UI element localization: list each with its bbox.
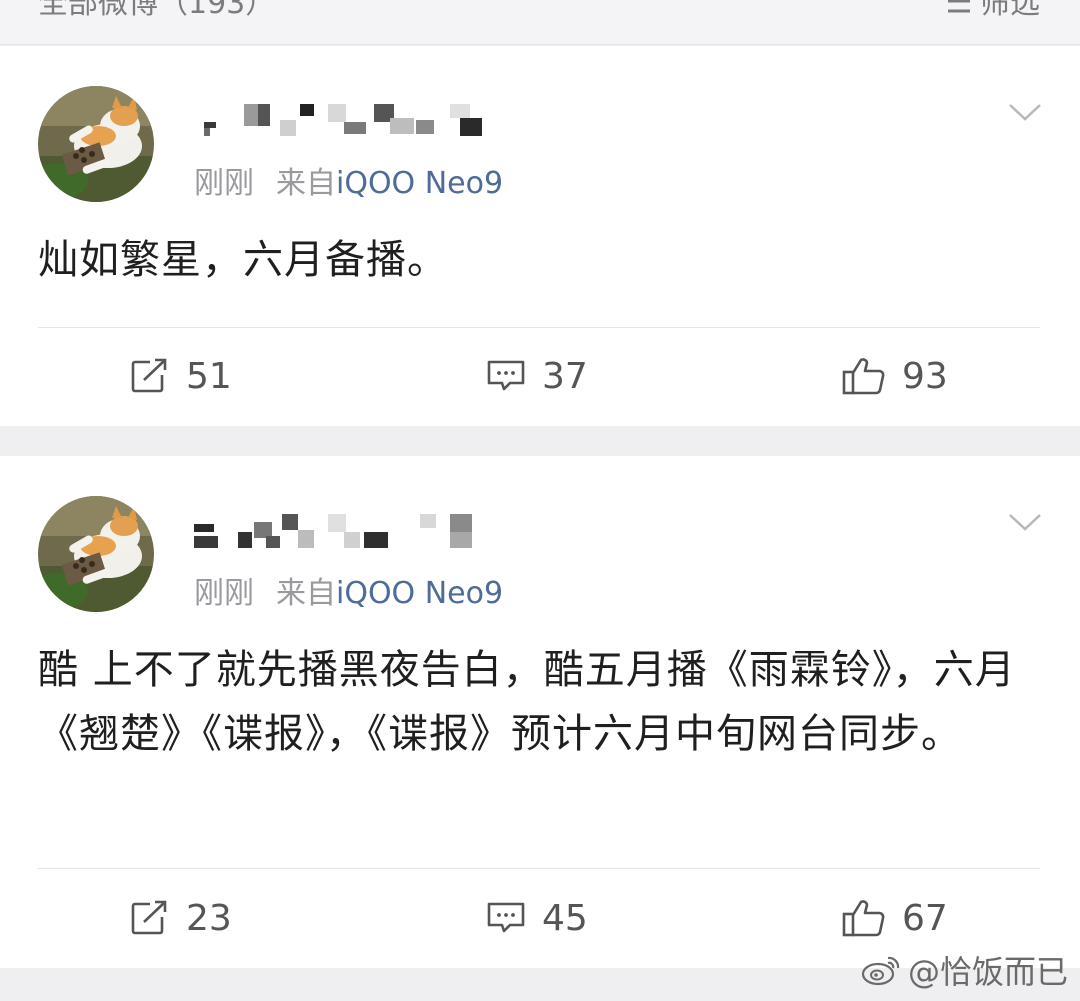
like-button[interactable]: 67 [842, 888, 948, 948]
repost-icon [131, 900, 167, 935]
repost-button[interactable]: 23 [130, 888, 232, 948]
filter-button[interactable]: 筛选 [946, 0, 1040, 22]
avatar[interactable] [38, 86, 154, 202]
chevron-down-icon[interactable] [1008, 102, 1042, 122]
weibo-profile-feed: 全部微博（193） 筛选 刚刚 来自iQOO Neo9 灿如繁星，六月备播。 5… [0, 0, 1080, 1001]
post-source-prefix: 来自 [276, 576, 336, 611]
post-meta: 刚刚 来自iQOO Neo9 [194, 158, 503, 202]
post-device-link[interactable]: iQOO Neo9 [336, 166, 503, 201]
watermark: @恰饭而已 [860, 947, 1068, 993]
like-button[interactable]: 93 [842, 346, 948, 406]
username-redacted[interactable] [194, 514, 494, 554]
post-card: 刚刚 来自iQOO Neo9 灿如繁星，六月备播。 51 37 93 [0, 46, 1080, 426]
post-source-prefix: 来自 [276, 166, 336, 201]
repost-icon [131, 358, 167, 393]
post-time: 刚刚 [194, 576, 254, 611]
divider [38, 868, 1040, 869]
post-time: 刚刚 [194, 166, 254, 201]
post-text: 酷 上不了就先播黑夜告白，酷五月播《雨霖铃》，六月《翘楚》《谍报》，《谍报》预计… [38, 647, 1016, 757]
divider [38, 327, 1040, 328]
comment-count: 37 [542, 355, 588, 397]
filter-icon [946, 0, 972, 13]
post-meta: 刚刚 来自iQOO Neo9 [194, 568, 503, 612]
watermark-text: @恰饭而已 [907, 953, 1068, 991]
chevron-down-icon[interactable] [1008, 512, 1042, 532]
like-count: 67 [902, 897, 948, 939]
like-icon [842, 900, 885, 937]
avatar[interactable] [38, 496, 154, 612]
all-posts-tab[interactable]: 全部微博（193） [38, 0, 275, 22]
comment-count: 45 [542, 897, 588, 939]
repost-count: 23 [186, 897, 232, 939]
username-redacted[interactable] [194, 104, 494, 144]
post-actions: 23 45 67 [0, 888, 1080, 948]
filter-label: 筛选 [980, 0, 1040, 21]
comment-button[interactable]: 45 [486, 888, 588, 948]
like-icon [842, 358, 885, 395]
weibo-logo-icon [861, 956, 900, 986]
feed-header: 全部微博（193） 筛选 [0, 0, 1080, 45]
repost-count: 51 [186, 355, 232, 397]
comment-button[interactable]: 37 [486, 346, 588, 406]
post-text: 灿如繁星，六月备播。 [38, 237, 448, 283]
comment-icon [487, 360, 525, 391]
repost-button[interactable]: 51 [130, 346, 232, 406]
post-card: 刚刚 来自iQOO Neo9 酷 上不了就先播黑夜告白，酷五月播《雨霖铃》，六月《… [0, 456, 1080, 968]
post-device-link[interactable]: iQOO Neo9 [336, 576, 503, 611]
post-actions: 51 37 93 [0, 346, 1080, 406]
like-count: 93 [902, 355, 948, 397]
comment-icon [487, 902, 525, 933]
